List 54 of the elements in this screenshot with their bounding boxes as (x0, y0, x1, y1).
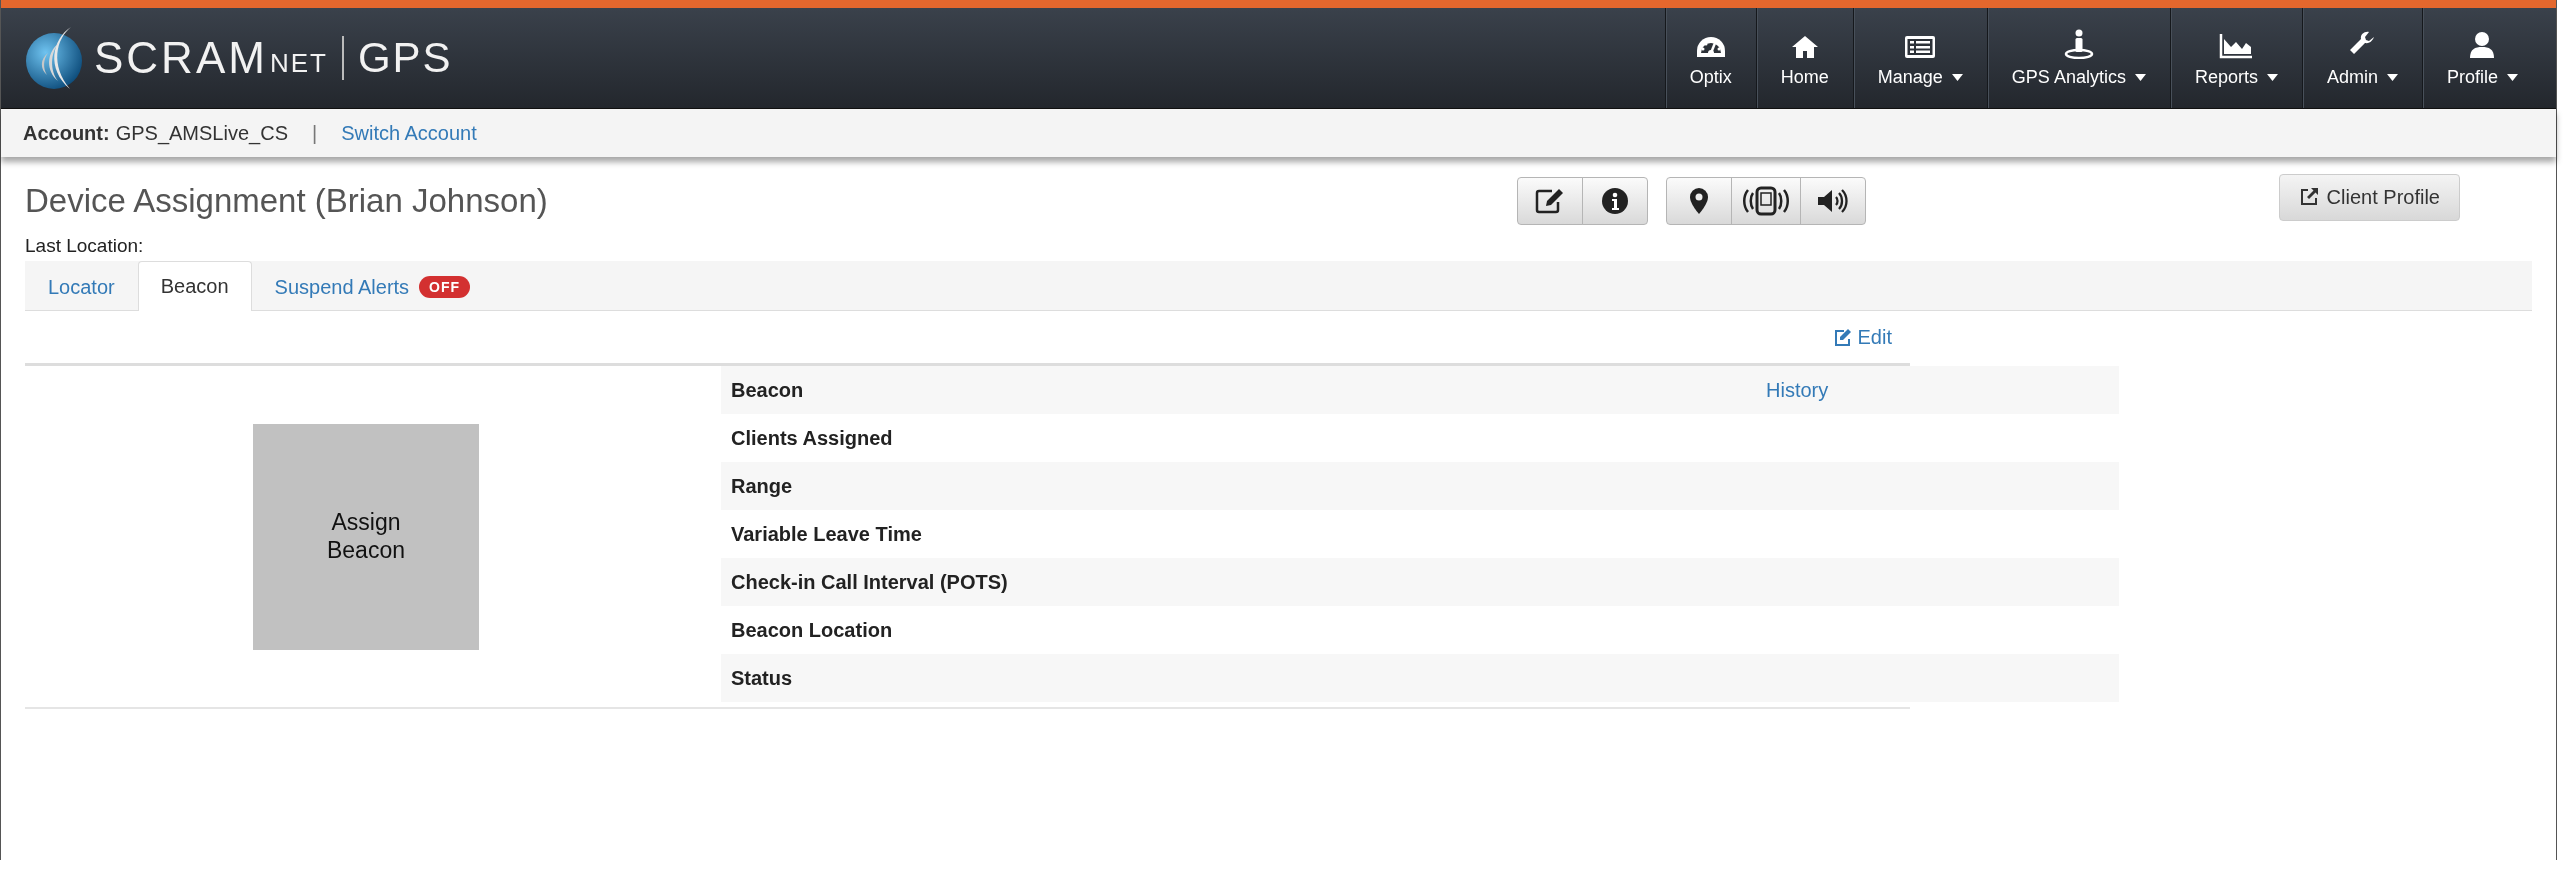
nav-menu-item[interactable]: GPS Analytics (1986, 8, 2170, 108)
home-icon (1790, 34, 1819, 59)
info-button[interactable] (1582, 177, 1648, 225)
field-label: Status (730, 666, 794, 690)
nav-menu-item[interactable]: Profile (2421, 8, 2542, 108)
account-label: Account: (23, 121, 110, 145)
field-label: Beacon (730, 378, 805, 402)
vibrating-device-icon (1742, 186, 1790, 216)
nav-menu-item[interactable]: Reports (2169, 8, 2302, 108)
gauge-icon (1695, 34, 1726, 59)
separator: | (311, 121, 318, 145)
account-name: GPS_AMSLive_CS (115, 121, 288, 145)
history-link[interactable]: History (1766, 378, 1829, 402)
status-badge: OFF (419, 276, 471, 298)
area-chart-icon (2219, 32, 2254, 59)
info-icon (1601, 187, 1629, 215)
edit-icon (1833, 328, 1852, 346)
caret-icon (2386, 73, 2398, 81)
field-label: Check-in Call Interval (POTS) (730, 570, 1009, 594)
person-on-pin-icon (2063, 28, 2094, 59)
nav-menu-item[interactable]: Admin (2301, 8, 2422, 108)
tab[interactable]: Beacon (137, 261, 252, 311)
caret-icon (2134, 73, 2146, 81)
locate-button[interactable] (1666, 177, 1732, 225)
field-label: Variable Leave Time (730, 522, 923, 546)
tab[interactable]: Suspend Alerts OFF (251, 262, 494, 311)
logo-text: NET (269, 47, 328, 79)
sound-button[interactable] (1800, 177, 1866, 225)
tab[interactable]: Locator (25, 262, 138, 311)
logo-text: SCRAM (94, 33, 268, 83)
caret-icon (2507, 73, 2518, 81)
vibrate-button[interactable] (1731, 177, 1801, 225)
nav-menu-item[interactable]: Manage (1852, 8, 1987, 108)
caret-icon (2266, 73, 2278, 81)
caret-icon (1951, 73, 1963, 81)
switch-account-link[interactable]: Switch Account (341, 121, 477, 145)
user-icon (2469, 30, 2496, 59)
edit-button[interactable] (1517, 177, 1583, 225)
nav-menu-item[interactable]: Optix (1664, 8, 1756, 108)
list-icon (1904, 34, 1937, 59)
assign-beacon-button[interactable]: Assign Beacon (253, 424, 479, 650)
field-label: Beacon Location (730, 618, 894, 642)
client-profile-button[interactable]: Client Profile (2278, 173, 2460, 221)
page-title: Device Assignment (Brian Johnson) (25, 182, 549, 220)
logo-text: GPS (357, 34, 453, 82)
last-location-label: Last Location: (25, 235, 145, 258)
field-label: Range (730, 474, 794, 498)
speaker-icon (1817, 188, 1849, 214)
edit-link[interactable]: Edit (1833, 325, 1892, 349)
field-label: Clients Assigned (730, 426, 894, 450)
nav-menu-item[interactable]: Home (1755, 8, 1853, 108)
edit-icon (1535, 188, 1565, 214)
map-marker-icon (1689, 187, 1709, 215)
external-link-icon (2298, 187, 2319, 207)
